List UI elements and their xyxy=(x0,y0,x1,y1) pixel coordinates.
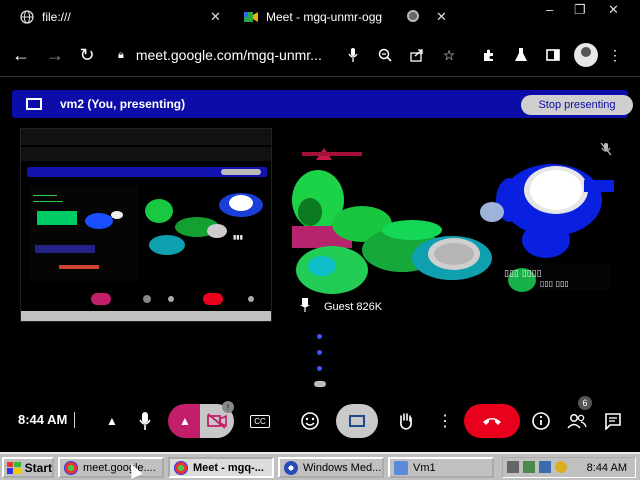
meeting-info-icon[interactable] xyxy=(530,405,552,437)
chrome-icon xyxy=(174,460,188,475)
loading-dot xyxy=(317,366,322,371)
screen-share-tile[interactable]: ▮▮▮ xyxy=(20,128,272,322)
tab-title: file:/// xyxy=(42,10,71,24)
loading-dot xyxy=(317,350,322,355)
windows-taskbar: Start meet.google.... Meet - mgq-... Win… xyxy=(0,452,640,480)
end-call-button[interactable] xyxy=(464,404,520,438)
restore-icon[interactable]: ❐ xyxy=(574,2,586,18)
audio-options-chevron-icon[interactable]: ▲ xyxy=(102,405,122,437)
preview-tabs xyxy=(21,129,271,145)
more-tiles-indicator xyxy=(314,381,326,387)
more-options-kebab-icon[interactable]: ⋮ xyxy=(436,405,454,437)
volume-icon[interactable] xyxy=(523,461,535,473)
preview-stop-button xyxy=(221,169,261,175)
meet-icon xyxy=(244,10,258,24)
chrome-icon xyxy=(64,460,78,475)
captions-icon: CC xyxy=(250,414,270,428)
profile-avatar[interactable] xyxy=(574,43,598,67)
address-bar[interactable]: 🔒︎ meet.google.com/mgq-unmr... xyxy=(110,40,410,70)
svg-text:▮▮▮: ▮▮▮ xyxy=(233,234,243,241)
raise-hand-button[interactable] xyxy=(394,405,418,437)
close-tab-icon[interactable]: ✕ xyxy=(436,9,447,25)
present-now-button[interactable] xyxy=(336,404,378,438)
minimize-icon[interactable]: – xyxy=(546,2,553,18)
clock-divider xyxy=(74,412,75,428)
toolbar-divider xyxy=(0,76,640,77)
tab-meet[interactable]: Meet - mgq-unmr-ogg ✕ xyxy=(244,4,454,30)
keyboard-icon[interactable] xyxy=(507,461,519,473)
video-overlay-text: ▯▯▯ ▯▯▯ xyxy=(540,279,569,288)
preview-screen xyxy=(29,185,139,281)
tab-strip: file:/// ✕ Meet - mgq-unmr-ogg ✕ – ❐ ✕ xyxy=(0,0,640,34)
media-player-icon xyxy=(284,460,298,475)
pin-icon xyxy=(300,298,310,315)
presenting-banner: vm2 (You, presenting) Stop presenting xyxy=(12,90,633,118)
side-panel-icon[interactable] xyxy=(544,46,562,64)
start-label: Start xyxy=(24,460,52,475)
present-screen-icon xyxy=(349,415,365,427)
camera-warning-badge: ! xyxy=(222,401,234,413)
meeting-clock: 8:44 AM xyxy=(18,412,68,427)
globe-icon xyxy=(20,10,34,24)
share-icon[interactable] xyxy=(408,46,426,64)
participant-video-tile[interactable]: ▯▯▯ ▯▯▯▯ ▯▯▯ ▯▯▯ xyxy=(292,140,618,296)
stop-presenting-button[interactable]: Stop presenting xyxy=(521,95,633,115)
vm-icon xyxy=(394,460,408,475)
chat-button[interactable] xyxy=(602,405,624,437)
mic-icon[interactable] xyxy=(344,46,362,64)
taskbar-item[interactable]: meet.google.... xyxy=(58,457,164,478)
close-window-icon[interactable]: ✕ xyxy=(608,2,619,18)
taskbar-item[interactable]: Vm1 xyxy=(388,457,494,478)
loading-dot xyxy=(317,334,322,339)
preview-address-bar xyxy=(21,147,271,161)
forward-arrow-icon[interactable]: → xyxy=(44,44,66,66)
participant-name-text: Guest 826K xyxy=(324,300,383,313)
tab-file[interactable]: file:/// ✕ xyxy=(20,4,230,30)
network-icon[interactable] xyxy=(539,461,551,473)
browser-toolbar: ← → ↻ 🔒︎ meet.google.com/mgq-unmr... ☆ ⋮ xyxy=(0,34,640,76)
system-tray: 8:44 AM xyxy=(502,457,636,478)
reload-icon[interactable]: ↻ xyxy=(76,44,98,66)
captions-button[interactable]: CC xyxy=(246,405,274,437)
extensions-icon[interactable] xyxy=(480,46,498,64)
present-screen-icon xyxy=(26,98,42,110)
recording-indicator-icon xyxy=(407,10,419,22)
microphone-button[interactable] xyxy=(132,405,158,437)
taskbar-item-label: Windows Med... xyxy=(303,461,382,474)
bookmark-star-icon[interactable]: ☆ xyxy=(440,46,458,64)
back-arrow-icon[interactable]: ← xyxy=(10,44,32,66)
taskbar-item-label: Meet - mgq-... xyxy=(193,461,264,474)
video-options-chevron-icon[interactable]: ▲ xyxy=(168,404,202,438)
preview-controls xyxy=(21,289,271,309)
menu-kebab-icon[interactable]: ⋮ xyxy=(606,46,624,64)
security-shield-icon[interactable] xyxy=(555,461,567,473)
lock-icon: 🔒︎ xyxy=(118,48,124,61)
zoom-icon[interactable] xyxy=(376,46,394,64)
taskbar-item-label: Vm1 xyxy=(413,461,436,474)
people-count-badge: 6 xyxy=(578,396,592,410)
labs-flask-icon[interactable] xyxy=(512,46,530,64)
windows-logo-icon xyxy=(7,461,21,474)
presenting-title: vm2 (You, presenting) xyxy=(60,97,186,111)
close-tab-icon[interactable]: ✕ xyxy=(210,9,221,25)
reactions-emoji-button[interactable] xyxy=(298,405,322,437)
video-overlay-text: ▯▯▯ ▯▯▯▯ xyxy=(504,269,542,279)
muted-mic-icon xyxy=(600,142,612,159)
preview-video: ▮▮▮ xyxy=(137,187,271,283)
url-text: meet.google.com/mgq-unmr... xyxy=(135,47,322,63)
participant-name: Guest 826K xyxy=(300,298,382,315)
tab-title: Meet - mgq-unmr-ogg xyxy=(266,10,383,24)
taskbar-item-label: meet.google.... xyxy=(83,461,156,474)
preview-taskbar xyxy=(21,311,271,321)
taskbar-clock: 8:44 AM xyxy=(586,461,627,474)
taskbar-item[interactable]: Meet - mgq-... xyxy=(168,457,274,478)
start-button[interactable]: Start xyxy=(2,457,54,478)
taskbar-item[interactable]: Windows Med... xyxy=(278,457,384,478)
